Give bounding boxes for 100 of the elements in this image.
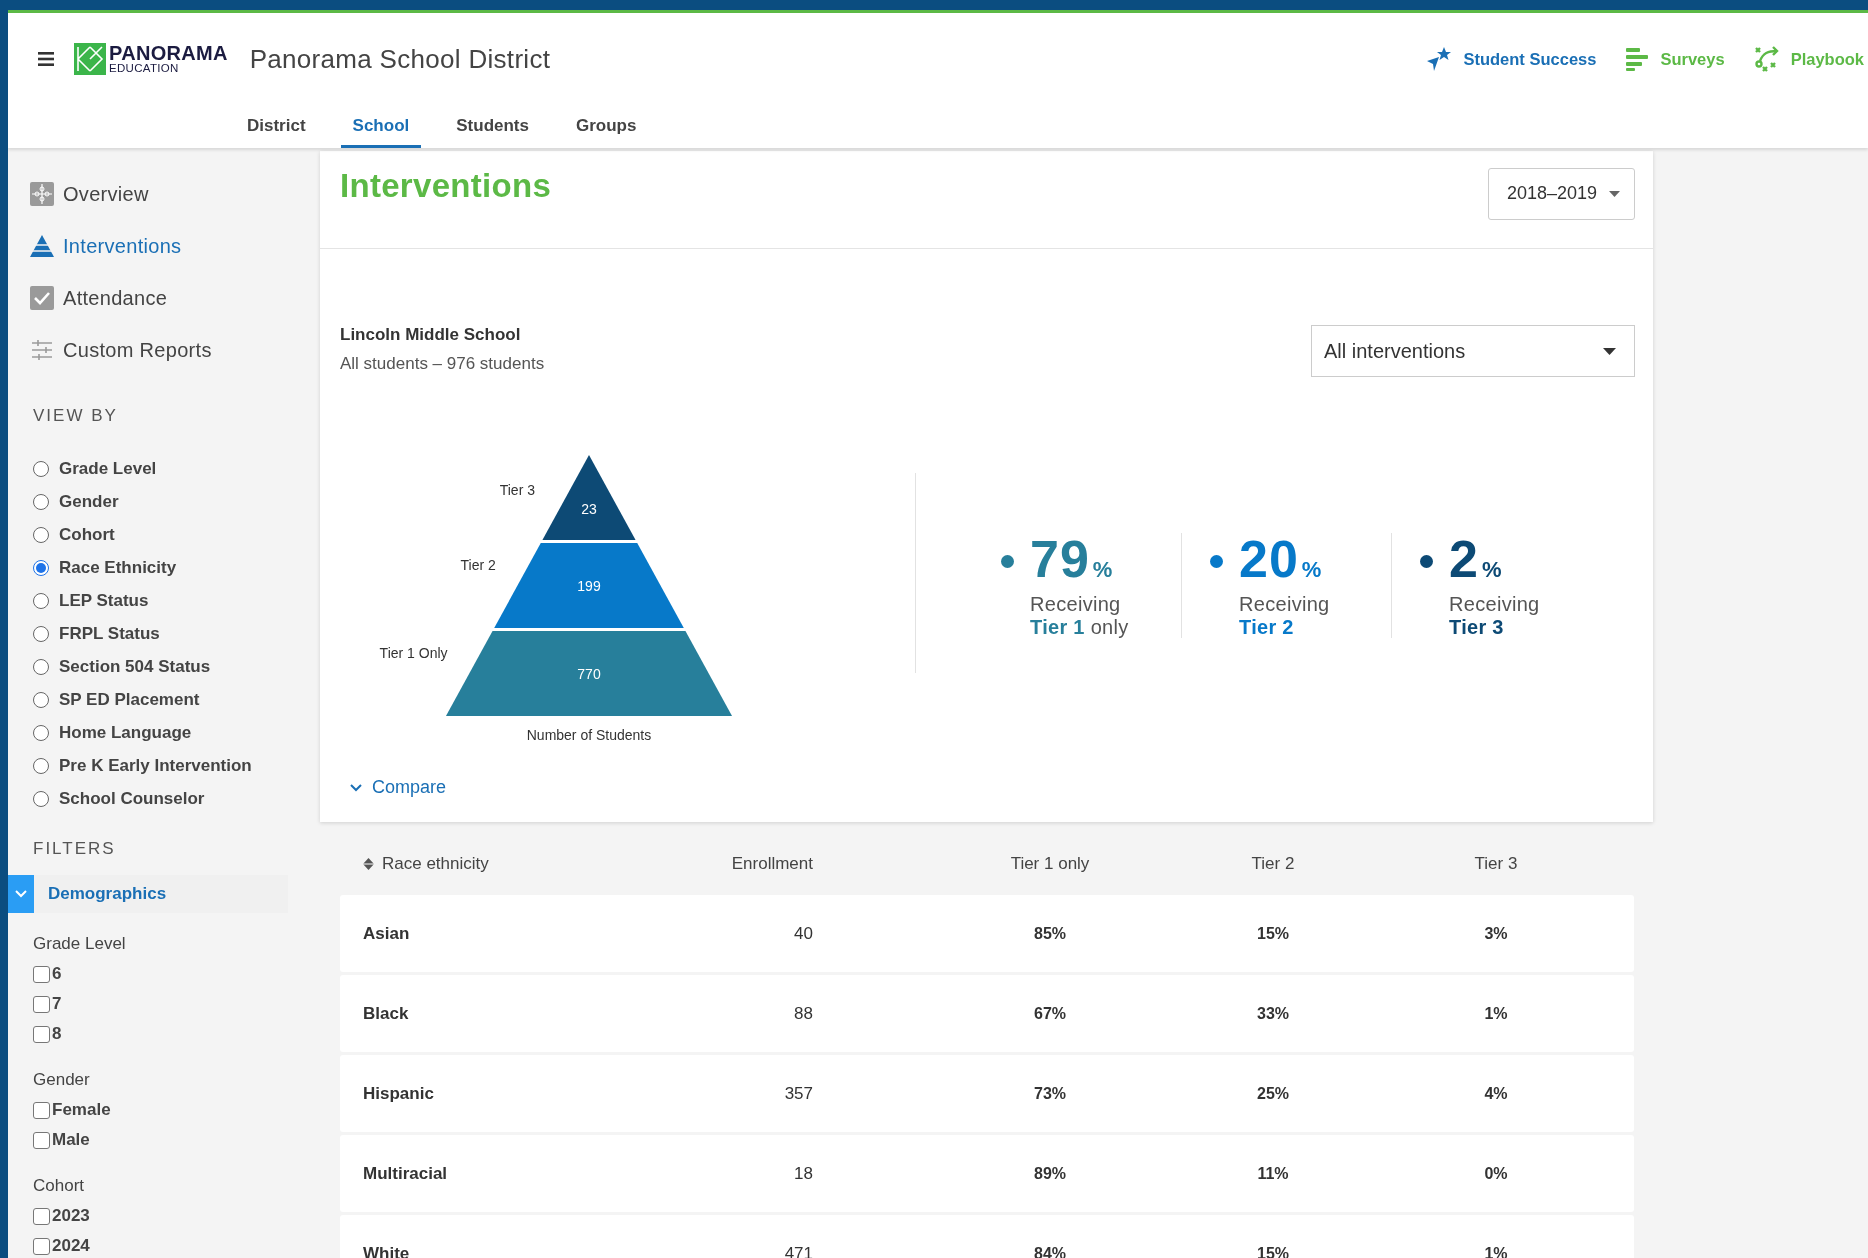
- radio-button[interactable]: [33, 658, 49, 675]
- student-count: All students – 976 students: [340, 354, 545, 374]
- tier-caption: Tier 3: [1449, 616, 1504, 638]
- sidebar-item[interactable]: Custom Reports: [8, 324, 212, 376]
- nav-tab[interactable]: School: [340, 105, 422, 148]
- sidebar-item[interactable]: Interventions: [8, 220, 182, 272]
- play-diagram-icon: [1752, 45, 1781, 73]
- radio-button[interactable]: [33, 691, 49, 708]
- radio-button[interactable]: [33, 757, 49, 774]
- compare-link[interactable]: Compare: [320, 763, 447, 822]
- table-cell: 4%: [1484, 1084, 1508, 1103]
- checkbox[interactable]: [33, 1025, 50, 1043]
- checkbox[interactable]: [33, 995, 50, 1013]
- school-name: Lincoln Middle School: [340, 325, 521, 345]
- radio-option[interactable]: LEP Status: [8, 584, 149, 617]
- checkbox[interactable]: [33, 965, 50, 983]
- table-cell: 88: [794, 1003, 813, 1024]
- puzzle-icon: [30, 182, 54, 206]
- tier-label: Tier 1 Only: [379, 645, 448, 661]
- table-cell: 11%: [1257, 1164, 1289, 1183]
- table-cell: 15%: [1257, 924, 1289, 943]
- radio-option[interactable]: Cohort: [8, 518, 115, 551]
- table-cell: 33%: [1257, 1004, 1289, 1023]
- radio-button[interactable]: [33, 625, 49, 642]
- table-cell: 357: [784, 1083, 813, 1104]
- column-header: Tier 1 only: [1010, 854, 1090, 874]
- table-cell-text: Asian: [362, 923, 410, 944]
- sidebar-item[interactable]: Attendance: [8, 272, 168, 324]
- table-cell-text: Black: [362, 1003, 409, 1024]
- checkbox-option[interactable]: Female: [8, 1095, 111, 1125]
- year-dropdown[interactable]: 2018–2019: [1487, 167, 1635, 220]
- percentage-value: 79%: [1030, 533, 1113, 585]
- table-cell: 471: [784, 1243, 813, 1258]
- table-cell: 3%: [1484, 924, 1508, 943]
- checkbox-option[interactable]: Male: [8, 1125, 90, 1155]
- receiving-label: Receiving: [1030, 593, 1121, 616]
- checkbox-option[interactable]: 8: [8, 1019, 62, 1049]
- table-cell: 84%: [1034, 1244, 1066, 1258]
- checkbox-option[interactable]: 2023: [8, 1201, 90, 1231]
- checkbox[interactable]: [33, 1207, 50, 1225]
- checkbox-icon: [30, 286, 54, 310]
- table-cell: 40: [794, 923, 813, 944]
- sort-icon: [363, 858, 374, 870]
- tier-count: 199: [577, 577, 601, 594]
- table-cell-text: White: [362, 1243, 410, 1258]
- checkbox[interactable]: [33, 1101, 50, 1119]
- tier-caption: Tier 2: [1239, 616, 1294, 638]
- radio-option[interactable]: Home Language: [8, 716, 192, 749]
- radio-option[interactable]: Pre K Early Intervention: [8, 749, 252, 782]
- radio-option[interactable]: FRPL Status: [8, 617, 160, 650]
- column-header: Enrollment: [731, 854, 813, 874]
- checkbox[interactable]: [33, 1131, 50, 1149]
- radio-option[interactable]: Grade Level: [8, 452, 157, 485]
- table-cell: 73%: [1034, 1084, 1066, 1103]
- tier-label: Tier 2: [460, 557, 496, 573]
- checkbox[interactable]: [33, 1237, 50, 1255]
- table-cell-text: Multiracial: [362, 1163, 448, 1184]
- radio-button[interactable]: [33, 724, 49, 741]
- radio-button[interactable]: [33, 592, 49, 609]
- radio-option[interactable]: Race Ethnicity: [8, 551, 177, 584]
- nav-tab[interactable]: Groups: [564, 105, 649, 148]
- tier-caption: Tier 1 only: [1030, 616, 1129, 638]
- radio-button[interactable]: [33, 526, 49, 543]
- tier-count: 770: [577, 665, 601, 682]
- radio-option[interactable]: SP ED Placement: [8, 683, 200, 716]
- nav-tab[interactable]: District: [235, 105, 318, 148]
- radio-option[interactable]: Gender: [8, 485, 119, 518]
- pyramid-icon: [30, 235, 54, 257]
- column-header: Tier 3: [1474, 854, 1518, 874]
- page-title: Interventions: [340, 166, 552, 205]
- menu-icon[interactable]: [38, 52, 54, 66]
- sidebar-item[interactable]: Overview: [8, 168, 149, 220]
- table-cell: 25%: [1257, 1084, 1289, 1103]
- column-header[interactable]: Race ethnicity: [340, 854, 489, 874]
- table-cell: 0%: [1484, 1164, 1508, 1183]
- checkbox-option[interactable]: 7: [8, 989, 62, 1019]
- nav-tab[interactable]: Students: [444, 105, 541, 148]
- tier-count: 23: [581, 501, 597, 517]
- radio-button[interactable]: [33, 493, 49, 510]
- brand-name: PANORAMA: [109, 43, 228, 64]
- table-cell: 85%: [1034, 924, 1066, 943]
- caret-icon: [1603, 347, 1616, 355]
- filter-group-label: Gender: [32, 1069, 90, 1091]
- radio-option[interactable]: Section 504 Status: [8, 650, 211, 683]
- checkbox-option[interactable]: 6: [8, 959, 62, 989]
- radio-button[interactable]: [33, 790, 49, 807]
- interventions-dropdown[interactable]: All interventions: [1311, 325, 1635, 377]
- filter-section-header[interactable]: Demographics: [8, 875, 288, 913]
- table-cell: 15%: [1257, 1244, 1289, 1258]
- percentage-value: 2%: [1449, 533, 1502, 585]
- radio-button[interactable]: [33, 460, 49, 477]
- receiving-label: Receiving: [1239, 593, 1330, 616]
- filter-group-label: Grade Level: [32, 933, 126, 955]
- caret-icon: [1609, 190, 1620, 197]
- section-heading: FILTERS: [32, 839, 116, 859]
- app-link[interactable]: Student Success: [1425, 45, 1597, 73]
- table-cell-text: Hispanic: [362, 1083, 434, 1104]
- checkbox-option[interactable]: 2024: [8, 1231, 90, 1258]
- radio-button[interactable]: [33, 559, 49, 576]
- radio-option[interactable]: School Counselor: [8, 782, 205, 815]
